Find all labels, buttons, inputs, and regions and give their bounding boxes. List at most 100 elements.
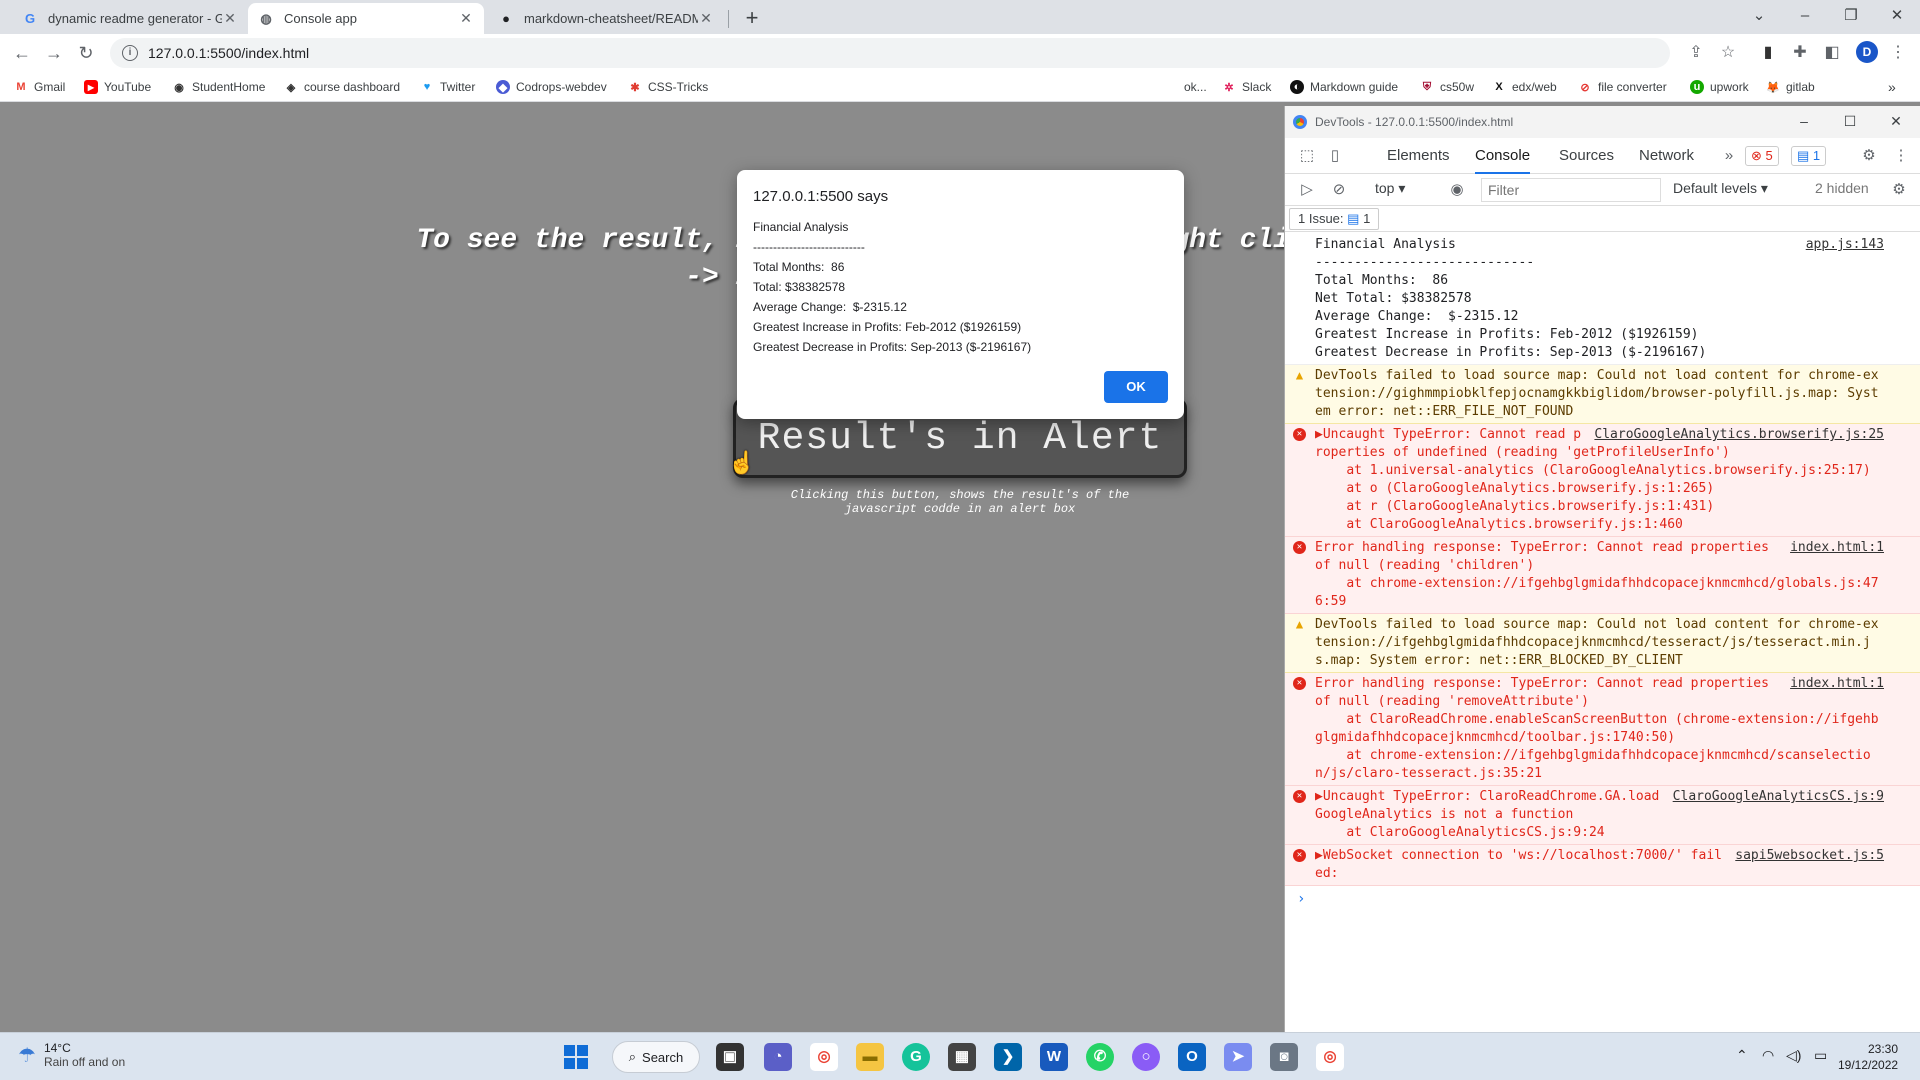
bookmark-studenthome[interactable]: ◉ StudentHome	[172, 78, 265, 96]
profile-avatar[interactable]: D	[1856, 41, 1878, 63]
settings-gear-icon[interactable]: ⚙	[1859, 146, 1879, 166]
restore-button[interactable]: ❐	[1828, 0, 1874, 34]
outlook-icon[interactable]: O	[1178, 1043, 1206, 1071]
source-link[interactable]: sapi5websocket.js:5	[1735, 847, 1884, 865]
console-filterbar: ▷ ⊘ top ▾ ◉ Default levels ▾ 2 hidden ⚙	[1285, 174, 1920, 206]
sidebar-toggle-icon[interactable]: ▷	[1297, 180, 1317, 200]
console-error[interactable]: ✕ ClaroGoogleAnalyticsCS.js:9 ▶Uncaught Ty…	[1285, 786, 1920, 845]
forward-button[interactable]: →	[40, 39, 68, 67]
bookmark-star-icon[interactable]: ☆	[1718, 43, 1738, 63]
tab-sources[interactable]: Sources	[1559, 138, 1614, 174]
log-levels-select[interactable]: Default levels ▾	[1673, 180, 1768, 197]
file-explorer-icon[interactable]: ▬	[856, 1043, 884, 1071]
tab-console[interactable]: Console	[1475, 138, 1531, 174]
bookmark-course-dashboard[interactable]: ◈ course dashboard	[284, 78, 400, 96]
source-link[interactable]: index.html:1	[1790, 675, 1884, 693]
source-link[interactable]: ClaroGoogleAnalyticsCS.js:9	[1673, 788, 1884, 806]
tab-title: Console app	[284, 11, 357, 26]
bookmark-markdown-guide[interactable]: ◐ Markdown guide	[1290, 78, 1398, 96]
wifi-icon[interactable]: ◠	[1762, 1047, 1774, 1064]
close-icon[interactable]: ✕	[698, 10, 714, 27]
volume-icon[interactable]: ◁)	[1786, 1047, 1801, 1064]
bookmark-gmail[interactable]: M Gmail	[14, 78, 65, 96]
device-toggle-icon[interactable]: ▯	[1325, 146, 1345, 166]
address-bar[interactable]: i 127.0.0.1:5500/index.html	[110, 38, 1670, 68]
bookmark-upwork[interactable]: u upwork	[1690, 78, 1749, 96]
tab-elements[interactable]: Elements	[1387, 138, 1450, 174]
more-tabs-icon[interactable]: »	[1719, 146, 1739, 166]
source-link[interactable]: app.js:143	[1806, 236, 1884, 254]
error-count-badge[interactable]: ⊗ 5	[1745, 146, 1779, 166]
bookmark-gitlab[interactable]: 🦊 gitlab	[1766, 78, 1815, 96]
clear-console-icon[interactable]: ⊘	[1329, 180, 1349, 200]
chrome-taskbar-icon[interactable]: ◎	[810, 1043, 838, 1071]
app-circle-icon[interactable]: ○	[1132, 1043, 1160, 1071]
extension-bars-icon[interactable]: ▮	[1758, 43, 1778, 63]
devtools-maximize-button[interactable]: ☐	[1827, 106, 1873, 138]
source-link[interactable]: index.html:1	[1790, 539, 1884, 557]
close-icon[interactable]: ✕	[222, 10, 238, 27]
bookmark-codrops[interactable]: ◆ Codrops-webdev	[496, 78, 607, 96]
tab-readme-generator[interactable]: G dynamic readme generator - Goo ✕	[12, 3, 248, 34]
console-settings-gear-icon[interactable]: ⚙	[1889, 180, 1909, 200]
start-button[interactable]	[564, 1045, 588, 1069]
devtools-menu-icon[interactable]: ⋮	[1891, 146, 1911, 166]
bookmark-css-tricks[interactable]: ✱ CSS-Tricks	[628, 78, 708, 96]
side-panel-icon[interactable]: ◧	[1822, 43, 1842, 63]
tab-console-app[interactable]: ◍ Console app ✕	[248, 3, 484, 34]
alert-ok-button[interactable]: OK	[1104, 371, 1168, 403]
devtools-minimize-button[interactable]: –	[1781, 106, 1827, 138]
issue-count-badge[interactable]: ▤ 1	[1791, 146, 1827, 166]
bookmark-cs50w[interactable]: ⛨ cs50w	[1420, 78, 1474, 96]
word-icon[interactable]: W	[1040, 1043, 1068, 1071]
console-error[interactable]: ✕ sapi5websocket.js:5 ▶WebSocket connectio…	[1285, 845, 1920, 886]
tray-chevron-icon[interactable]: ⌃	[1736, 1047, 1748, 1064]
battery-icon[interactable]: ▭	[1814, 1047, 1827, 1064]
source-link[interactable]: ClaroGoogleAnalytics.browserify.js:25	[1594, 426, 1884, 444]
microsoft-store-icon[interactable]: ▦	[948, 1043, 976, 1071]
bookmark-truncated[interactable]: ok...	[1184, 78, 1207, 96]
issue-flag-icon: ▤	[1347, 211, 1360, 226]
taskbar-search-button[interactable]: ⌕ Search	[612, 1041, 700, 1073]
windows-taskbar: ☂ 14°C Rain off and on ⌕ Search ▣ ◔ ◎ ▬ G…	[0, 1032, 1920, 1080]
live-expression-eye-icon[interactable]: ◉	[1447, 180, 1467, 200]
devtools-close-button[interactable]: ✕	[1873, 106, 1919, 138]
camera-icon[interactable]: ◙	[1270, 1043, 1298, 1071]
bookmark-youtube[interactable]: ▶ YouTube	[84, 78, 151, 96]
console-error[interactable]: ✕ ClaroGoogleAnalytics.browserify.js:25 ▶U…	[1285, 424, 1920, 537]
bookmark-slack[interactable]: ✲ Slack	[1222, 78, 1271, 96]
whatsapp-icon[interactable]: ✆	[1086, 1043, 1114, 1071]
power-automate-icon[interactable]: ➤	[1224, 1043, 1252, 1071]
weather-widget[interactable]: ☂ 14°C Rain off and on	[18, 1041, 125, 1069]
task-view-icon[interactable]: ▣	[716, 1043, 744, 1071]
vscode-icon[interactable]: ❯	[994, 1043, 1022, 1071]
tab-markdown-cheatsheet[interactable]: ● markdown-cheatsheet/README. ✕	[488, 3, 724, 34]
context-select[interactable]: top ▾	[1375, 180, 1405, 197]
tab-network[interactable]: Network	[1639, 138, 1694, 174]
minimize-button[interactable]: –	[1782, 0, 1828, 34]
grammarly-icon[interactable]: G	[902, 1043, 930, 1071]
console-filter-input[interactable]	[1481, 178, 1661, 202]
tab-search-icon[interactable]: ⌄	[1736, 0, 1782, 34]
menu-icon[interactable]: ⋮	[1888, 43, 1908, 63]
issues-button[interactable]: 1 Issue: ▤ 1	[1289, 208, 1380, 230]
close-icon[interactable]: ✕	[458, 10, 474, 27]
info-icon[interactable]: i	[122, 45, 138, 61]
gitlab-icon: 🦊	[1766, 81, 1780, 94]
teams-chat-icon[interactable]: ◔	[764, 1043, 792, 1071]
chrome-active-taskbar-icon[interactable]: ◎	[1316, 1043, 1344, 1071]
bookmark-file-converter[interactable]: ⊘ file converter	[1578, 78, 1666, 96]
bookmark-twitter[interactable]: ♥ Twitter	[420, 78, 476, 96]
inspect-element-icon[interactable]: ⬚	[1297, 146, 1317, 166]
share-icon[interactable]: ⇪	[1686, 43, 1706, 63]
reload-button[interactable]: ↻	[72, 39, 100, 67]
new-tab-button[interactable]: +	[738, 5, 766, 33]
error-icon: ✕	[1293, 790, 1306, 803]
close-window-button[interactable]: ✕	[1874, 0, 1920, 34]
bookmark-edx[interactable]: Xedx/web	[1492, 78, 1556, 96]
system-clock[interactable]: 23:30 19/12/2022	[1838, 1041, 1898, 1073]
back-button[interactable]: ←	[8, 39, 36, 67]
console-prompt[interactable]: ›	[1285, 886, 1920, 912]
more-bookmarks-icon[interactable]: »	[1888, 78, 1896, 96]
extensions-puzzle-icon[interactable]: ✚	[1790, 43, 1810, 63]
